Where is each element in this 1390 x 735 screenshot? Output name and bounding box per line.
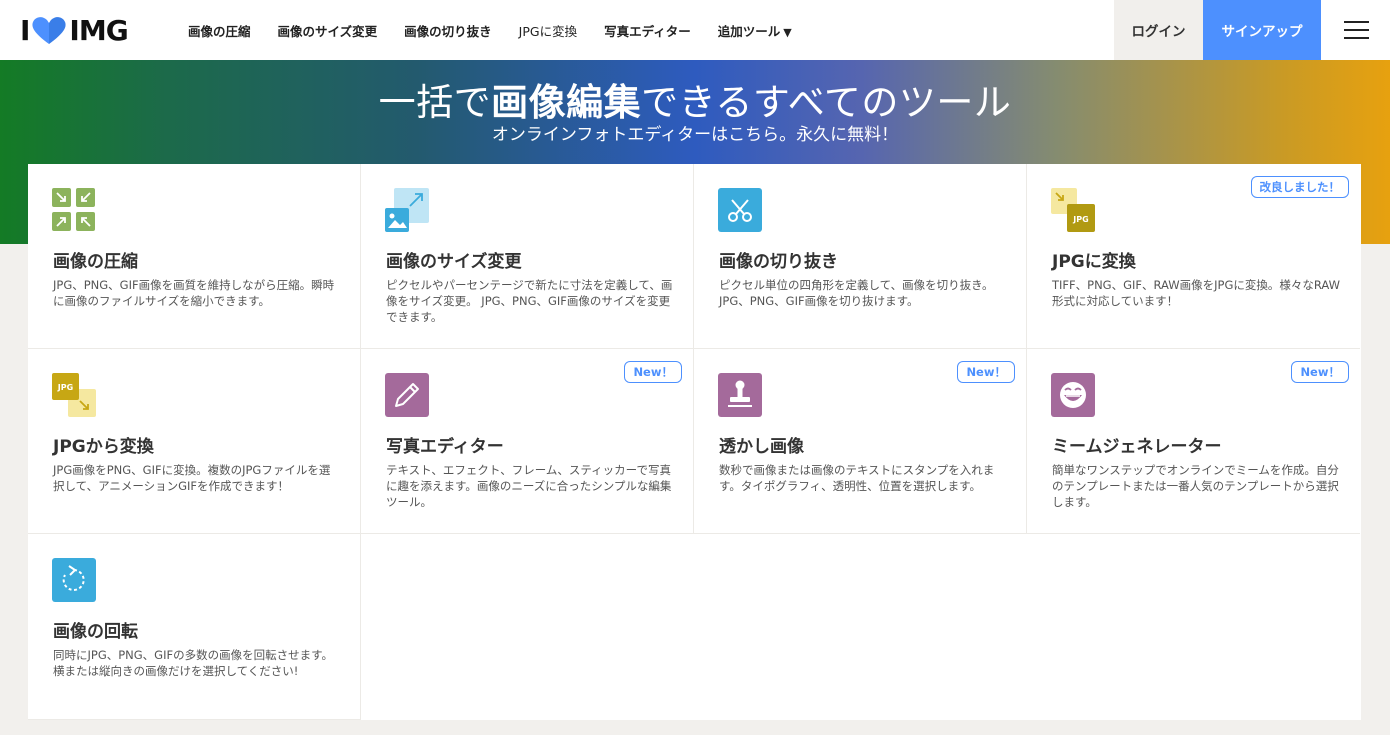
nav-more-tools-label: 追加ツール: [717, 23, 781, 39]
tool-title: ミームジェネレーター: [1052, 437, 1222, 457]
hamburger-menu-icon[interactable]: [1344, 21, 1369, 39]
tool-description: ピクセル単位の四角形を定義して、画像を切り抜き。JPG、PNG、GIF画像を切り…: [719, 278, 994, 308]
signup-button[interactable]: サインアップ: [1203, 0, 1321, 60]
nav-more-tools[interactable]: 追加ツール ▼: [718, 21, 792, 40]
tool-description: JPG、PNG、GIF画像を画質を維持しながら圧縮。瞬時に画像のファイルサイズを…: [53, 278, 335, 308]
tool-card-meme-generator[interactable]: New！ ミームジェネレーター 簡単なワンステップでオンラインでミームを作成。自…: [1027, 349, 1360, 534]
hero-title-bold: 画像編集: [491, 81, 642, 124]
logo-text-left: I: [20, 13, 30, 47]
tool-card-rotate[interactable]: 画像の回転 同時にJPG、PNG、GIFの多数の画像を回転させます。横または縦向…: [28, 534, 361, 720]
tool-description: JPG画像をPNG、GIFに変換。複数のJPGファイルを選択して、アニメーション…: [53, 463, 331, 493]
tool-title: 画像の回転: [53, 622, 138, 642]
tool-title: JPGから変換: [53, 437, 154, 457]
ilovimg-logo[interactable]: I IMG: [20, 13, 129, 47]
tool-description: 簡単なワンステップでオンラインでミームを作成。自分のテンプレートまたは一番人気の…: [1052, 463, 1339, 509]
tools-grid: 画像の圧縮 JPG、PNG、GIF画像を画質を維持しながら圧縮。瞬時に画像のファ…: [28, 164, 1361, 720]
tool-title: 画像の圧縮: [53, 252, 138, 272]
jpg-label: JPG: [57, 383, 73, 392]
resize-icon: [385, 188, 429, 232]
nav-resize[interactable]: 画像のサイズ変更: [278, 21, 378, 40]
new-badge: New！: [1291, 361, 1349, 383]
tool-description: ピクセルやパーセンテージで新たに寸法を定義して、画像をサイズ変更。 JPG、PN…: [386, 278, 673, 324]
rotate-icon: [52, 558, 96, 602]
tool-card-watermark[interactable]: New！ 透かし画像 数秒で画像または画像のテキストにスタンプを入れます。タイポ…: [694, 349, 1027, 534]
login-button[interactable]: ログイン: [1114, 0, 1203, 60]
new-badge: New！: [624, 361, 682, 383]
tool-title: 画像のサイズ変更: [386, 252, 522, 272]
tool-description: テキスト、エフェクト、フレーム、スティッカーで写真に趣を添えます。画像のニーズに…: [386, 463, 672, 509]
compress-icon: [52, 188, 95, 231]
tool-card-compress[interactable]: 画像の圧縮 JPG、PNG、GIF画像を画質を維持しながら圧縮。瞬時に画像のファ…: [28, 164, 361, 349]
nav-photo-editor[interactable]: 写真エディター: [604, 21, 691, 40]
hero-title: 一括で画像編集できるすべてのツール: [0, 72, 1390, 126]
tool-title: 画像の切り抜き: [719, 252, 838, 272]
tool-title: 透かし画像: [719, 437, 804, 457]
logo-text-right: IMG: [69, 13, 128, 47]
pencil-icon: [385, 373, 429, 417]
convert-to-jpg-icon: JPG: [1051, 188, 1095, 232]
improved-badge: 改良しました！: [1250, 176, 1349, 198]
caret-down-icon: ▼: [783, 25, 792, 39]
nav-crop[interactable]: 画像の切り抜き: [404, 21, 492, 40]
hero-title-pre: 一括で: [378, 81, 492, 124]
new-badge: New！: [957, 361, 1015, 383]
tool-card-photo-editor[interactable]: New！ 写真エディター テキスト、エフェクト、フレーム、スティッカーで写真に趣…: [361, 349, 694, 534]
hero-subtitle: オンラインフォトエディターはこちら。永久に無料！: [491, 125, 899, 145]
tool-description: 同時にJPG、PNG、GIFの多数の画像を回転させます。横または縦向きの画像だけ…: [53, 648, 333, 678]
main-nav: 画像の圧縮 画像のサイズ変更 画像の切り抜き JPGに変換 写真エディター 追加…: [188, 0, 819, 60]
top-header: I IMG 画像の圧縮 画像のサイズ変更 画像の切り抜き JPGに変換 写真エデ…: [0, 0, 1390, 60]
tool-description: TIFF、PNG、GIF、RAW画像をJPGに変換。様々なRAW形式に対応してい…: [1052, 278, 1341, 308]
meme-face-icon: [1051, 373, 1095, 417]
tool-title: 写真エディター: [386, 437, 504, 457]
tool-card-resize[interactable]: 画像のサイズ変更 ピクセルやパーセンテージで新たに寸法を定義して、画像をサイズ変…: [361, 164, 694, 349]
convert-from-jpg-icon: JPG: [52, 373, 96, 417]
stamp-icon: [718, 373, 762, 417]
tool-card-crop[interactable]: 画像の切り抜き ピクセル単位の四角形を定義して、画像を切り抜き。JPG、PNG、…: [694, 164, 1027, 349]
tool-card-convert-to-jpg[interactable]: JPG 改良しました！ JPGに変換 TIFF、PNG、GIF、RAW画像をJP…: [1027, 164, 1360, 349]
tool-card-convert-from-jpg[interactable]: JPG JPGから変換 JPG画像をPNG、GIFに変換。複数のJPGファイルを…: [28, 349, 361, 534]
jpg-label: JPG: [1072, 215, 1088, 224]
tool-title: JPGに変換: [1052, 252, 1136, 272]
heart-icon: [32, 17, 66, 44]
nav-convert-to-jpg[interactable]: JPGに変換: [519, 21, 577, 40]
nav-compress[interactable]: 画像の圧縮: [188, 21, 251, 40]
scissors-icon: [718, 188, 762, 232]
hero-title-post: できるすべてのツール: [641, 81, 1012, 124]
tool-description: 数秒で画像または画像のテキストにスタンプを入れます。タイポグラフィ、透明性、位置…: [719, 463, 995, 493]
